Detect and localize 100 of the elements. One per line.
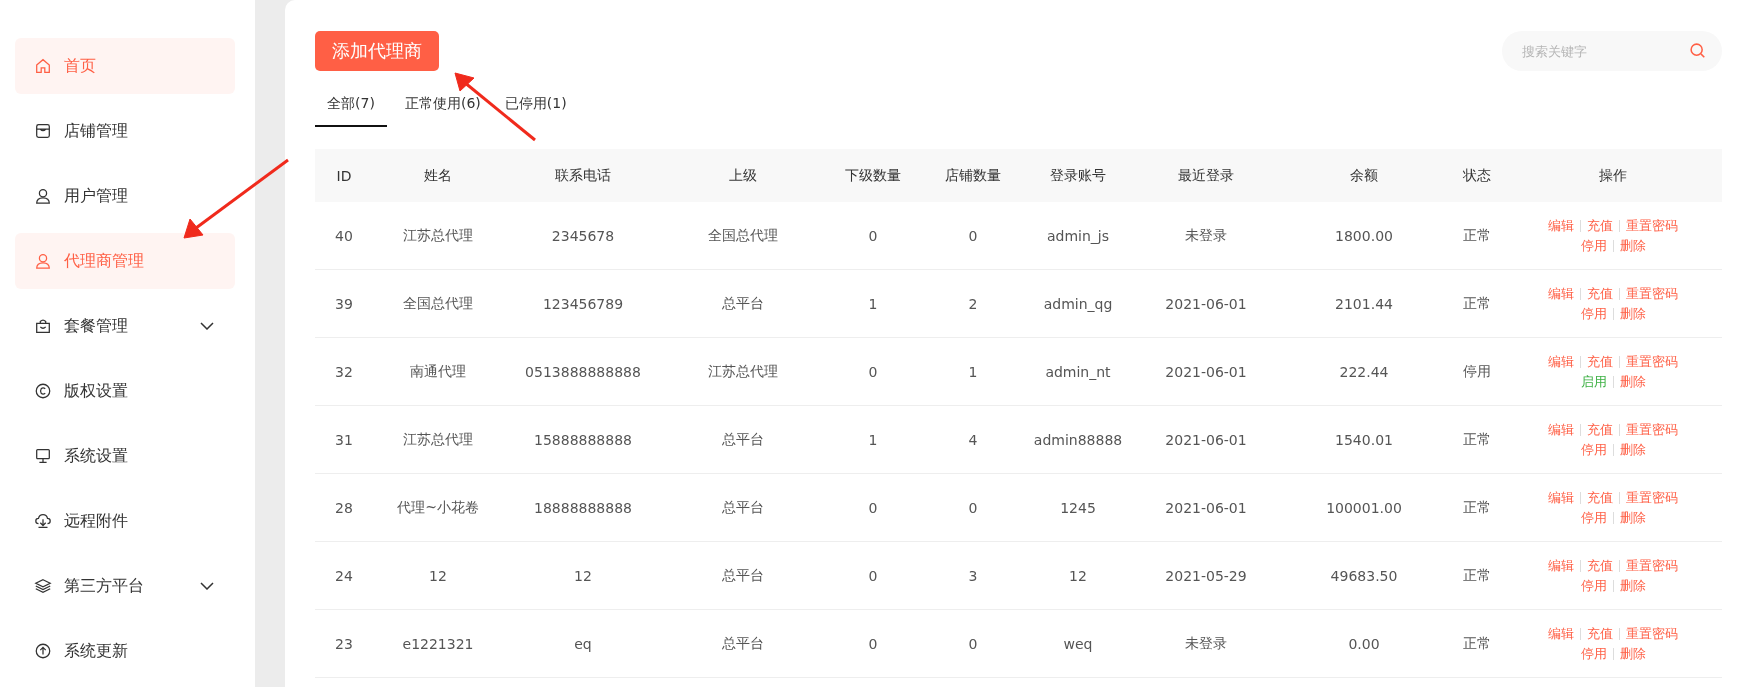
table-cell-text: 总平台 [721, 430, 765, 449]
table-cell-text: 全国总代理 [402, 294, 474, 313]
action-link[interactable]: 编辑 [1548, 352, 1574, 371]
action-link[interactable]: 充值 [1587, 488, 1613, 507]
table-cell-text: 0 [867, 227, 879, 244]
action-link[interactable]: 重置密码 [1626, 216, 1678, 235]
action-link[interactable]: 重置密码 [1626, 284, 1678, 303]
table-cell-text: 正常 [1461, 294, 1492, 313]
table-cell-text: 代理~小花卷 [396, 498, 480, 517]
action-link[interactable]: 重置密码 [1626, 624, 1678, 643]
action-link[interactable]: 删除 [1619, 440, 1646, 459]
table-cell-text: weq [1062, 635, 1094, 652]
action-link[interactable]: 重置密码 [1626, 556, 1678, 575]
table-cell-text: 正常 [1461, 498, 1492, 517]
table-cell-text: 未登录 [1184, 226, 1228, 245]
action-link[interactable]: 充值 [1587, 216, 1613, 235]
sidebar-item[interactable]: 首页 [15, 38, 235, 94]
table-cell-text: 12 [428, 567, 448, 584]
table-cell-text: 江苏总代理 [402, 226, 474, 245]
action-link[interactable]: 充值 [1587, 284, 1613, 303]
table-cell-text: eq [573, 635, 593, 652]
sidebar-item[interactable]: 店铺管理 [15, 103, 235, 159]
table-cell-text: 未登录 [1184, 634, 1228, 653]
table-cell-text: 49683.50 [1329, 567, 1399, 584]
action-link[interactable]: 停用 [1580, 576, 1607, 595]
sidebar-item[interactable]: 系统更新 [15, 623, 235, 679]
action-link[interactable]: 充值 [1587, 556, 1613, 575]
search-field[interactable]: 搜索关键字 [1502, 31, 1722, 71]
sidebar-item[interactable]: 版权设置 [15, 363, 235, 419]
action-link[interactable]: 停用 [1580, 644, 1607, 663]
table-cell-text: 12 [573, 567, 593, 584]
action-link[interactable]: 重置密码 [1626, 488, 1678, 507]
column-header: 联系电话 [554, 166, 612, 185]
sidebar-item[interactable]: 远程附件 [15, 493, 235, 549]
table-cell-text: 12 [1068, 567, 1088, 584]
column-header: 状态 [1461, 166, 1492, 185]
table-cell-text: 南通代理 [409, 362, 467, 381]
column-header: 上级 [728, 166, 758, 185]
sidebar-item[interactable]: 代理商管理 [15, 233, 235, 289]
action-link[interactable]: 删除 [1619, 372, 1646, 391]
table-cell-text: 18888888888 [533, 499, 633, 516]
action-link[interactable]: 充值 [1587, 352, 1613, 371]
table-cell-text: 2021-06-01 [1164, 295, 1248, 312]
table-cell-text: 2021-06-01 [1164, 499, 1248, 516]
table-cell-text: 1245 [1059, 499, 1097, 516]
action-link[interactable]: 重置密码 [1626, 420, 1678, 439]
column-header: 下级数量 [844, 166, 902, 185]
action-link[interactable]: 重置密码 [1626, 352, 1678, 371]
filter-tab[interactable]: 正常使用(6) [399, 89, 487, 127]
sidebar-item[interactable]: 第三方平台 [15, 558, 235, 614]
monitor-icon [34, 447, 52, 465]
action-link[interactable]: 编辑 [1548, 216, 1574, 235]
store-icon [34, 122, 52, 140]
table-cell-text: 28 [334, 499, 354, 516]
sidebar-item[interactable]: 用户管理 [15, 168, 235, 224]
user-icon [34, 252, 52, 270]
table-cell-text: 0.00 [1347, 635, 1381, 652]
action-link[interactable]: 删除 [1619, 508, 1646, 527]
sidebar-item[interactable]: 系统设置 [15, 428, 235, 484]
table-cell-text: 总平台 [721, 566, 765, 585]
chevron-down-icon[interactable] [200, 582, 214, 590]
action-link[interactable]: 编辑 [1548, 624, 1574, 643]
home-icon [34, 57, 52, 75]
action-link[interactable]: 删除 [1619, 644, 1646, 663]
filter-tab[interactable]: 全部(7) [315, 89, 387, 127]
action-link[interactable]: 编辑 [1548, 488, 1574, 507]
table-cell-text: 0 [967, 635, 979, 652]
action-link[interactable]: 停用 [1580, 304, 1607, 323]
table-cell-text: 正常 [1461, 634, 1492, 653]
action-link[interactable]: 删除 [1619, 304, 1646, 323]
table-cell-text: e1221321 [401, 635, 475, 652]
table-cell-text: 2101.44 [1334, 295, 1394, 312]
sidebar-item[interactable]: 套餐管理 [15, 298, 235, 354]
table-cell-text: 总平台 [721, 294, 765, 313]
action-link[interactable]: 充值 [1587, 624, 1613, 643]
table-cell-text: 2345678 [550, 227, 616, 244]
action-link[interactable]: 停用 [1580, 508, 1607, 527]
filter-tab[interactable]: 已停用(1) [498, 89, 573, 127]
add-agent-button[interactable]: 添加代理商 [315, 31, 439, 71]
table-cell-text: 23 [334, 635, 354, 652]
table-cell-text: 39 [334, 295, 354, 312]
action-link[interactable]: 充值 [1587, 420, 1613, 439]
column-header: 店铺数量 [944, 166, 1002, 185]
search-icon[interactable] [1689, 42, 1706, 59]
action-link[interactable]: 启用 [1580, 372, 1607, 391]
upload-icon [34, 642, 52, 660]
table-cell-text: 31 [334, 431, 354, 448]
chevron-down-icon[interactable] [200, 322, 214, 330]
action-link[interactable]: 编辑 [1548, 420, 1574, 439]
action-link[interactable]: 编辑 [1548, 284, 1574, 303]
action-link[interactable]: 停用 [1580, 440, 1607, 459]
action-link[interactable]: 停用 [1580, 236, 1607, 255]
action-link[interactable]: 删除 [1619, 236, 1646, 255]
table-cell-text: 0 [867, 363, 879, 380]
action-link[interactable]: 编辑 [1548, 556, 1574, 575]
table-cell-text: 2 [967, 295, 979, 312]
table-cell-text: 全国总代理 [707, 226, 779, 245]
column-header: 最近登录 [1177, 166, 1235, 185]
action-link[interactable]: 删除 [1619, 576, 1646, 595]
table-cell-text: admin88888 [1032, 431, 1124, 448]
